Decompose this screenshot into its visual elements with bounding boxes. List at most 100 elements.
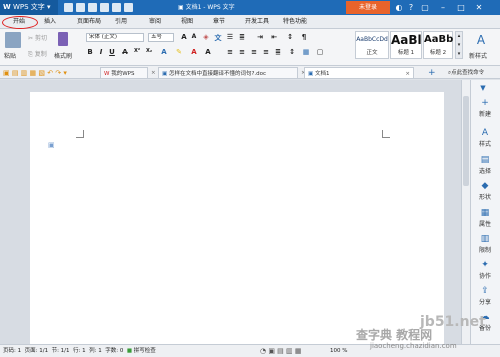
- view-mode-icons[interactable]: ◔ ▣ ▤ ▥ ▦: [260, 345, 301, 357]
- margin-corner-top-left: [76, 130, 84, 138]
- command-search[interactable]: ⌕点此查找命令: [445, 67, 500, 79]
- strikethrough-button[interactable]: A: [121, 48, 129, 56]
- char-border-icon[interactable]: A: [204, 48, 212, 56]
- tab-view[interactable]: 视图: [176, 15, 198, 29]
- sort-icon[interactable]: ↕: [286, 33, 294, 41]
- tab-toolbar-icons[interactable]: ▣ ▤ ▥ ▦ ▧ ↶ ↷ ▾: [3, 68, 67, 78]
- status-section[interactable]: 节: 1/1: [52, 348, 70, 354]
- tab-document1[interactable]: ▣ 文档1 ×: [304, 67, 414, 79]
- window-title: ▣ 文档1 - WPS 文字: [178, 4, 235, 11]
- copy-button[interactable]: ⎘ 复制: [28, 49, 47, 59]
- shading-icon[interactable]: ▦: [302, 48, 310, 56]
- doc-tab-icon: ▣: [308, 71, 315, 77]
- new-doc-icon[interactable]: [64, 3, 73, 12]
- tab-developer[interactable]: 开发工具: [240, 15, 274, 29]
- redo-icon[interactable]: [124, 3, 133, 12]
- panel-new[interactable]: + 新建: [470, 95, 500, 125]
- pinyin-icon[interactable]: 文: [214, 33, 222, 43]
- style-normal[interactable]: AaBbCcDd 正文: [355, 31, 389, 59]
- tab-my-wps[interactable]: W 我的WPS: [100, 67, 148, 79]
- select-icon: ▤: [480, 155, 490, 165]
- maximize-icon[interactable]: □: [456, 2, 466, 13]
- undo-icon[interactable]: [112, 3, 121, 12]
- highlight-icon[interactable]: ✎: [175, 48, 183, 56]
- new-tab-icon[interactable]: +: [425, 67, 436, 79]
- shrink-font-icon[interactable]: A: [190, 33, 198, 40]
- distribute-icon[interactable]: ≣: [274, 48, 282, 56]
- tab-chapter[interactable]: 章节: [208, 15, 230, 29]
- text-effect-icon[interactable]: A: [160, 48, 168, 56]
- close-icon[interactable]: ✕: [474, 2, 484, 13]
- font-name-select[interactable]: 宋体 (正文): [86, 33, 144, 42]
- align-left-icon[interactable]: ≡: [226, 48, 234, 56]
- show-marks-icon[interactable]: ¶: [300, 33, 308, 41]
- tab-page-layout[interactable]: 页面布局: [72, 15, 106, 29]
- status-col[interactable]: 列: 1: [89, 348, 102, 354]
- settings-icon[interactable]: ▢: [420, 2, 430, 13]
- app-name: WPS 文字: [12, 3, 45, 11]
- paste-icon[interactable]: [5, 32, 21, 48]
- grow-font-icon[interactable]: A: [180, 33, 188, 41]
- tab-insert[interactable]: 插入: [38, 15, 62, 29]
- clear-format-icon[interactable]: ◈: [202, 33, 210, 41]
- scroll-thumb[interactable]: [463, 96, 469, 186]
- outdent-icon[interactable]: ⇤: [270, 33, 278, 41]
- watermark-title: 查字典 教程网: [356, 328, 433, 342]
- superscript-button[interactable]: X²: [133, 48, 141, 54]
- status-pages[interactable]: 页面: 1/1: [25, 348, 48, 354]
- justify-icon[interactable]: ≡: [262, 48, 270, 56]
- app-menu-button[interactable]: W WPS 文字 ▾: [0, 0, 58, 15]
- align-right-icon[interactable]: ≡: [250, 48, 258, 56]
- tab-features[interactable]: 特色功能: [278, 15, 312, 29]
- print-icon[interactable]: [100, 3, 109, 12]
- paragraph-mark-icon[interactable]: ▣: [48, 141, 56, 149]
- restrict-icon: ▥: [480, 234, 490, 244]
- bold-button[interactable]: B: [86, 48, 94, 56]
- new-style-label[interactable]: 新样式: [469, 51, 487, 60]
- open-icon[interactable]: [76, 3, 85, 12]
- document-icon: ▣: [178, 4, 186, 11]
- panel-arrow-icon[interactable]: ▼: [476, 84, 490, 92]
- subscript-button[interactable]: X₂: [145, 48, 153, 54]
- cut-button[interactable]: ✂ 剪切: [28, 33, 47, 42]
- tab-translate-doc[interactable]: ▣ 怎样在文档中直接翻译不懂的词句?.doc: [158, 67, 298, 79]
- close-tab-icon[interactable]: ×: [405, 68, 410, 80]
- new-icon: +: [481, 98, 489, 108]
- style-heading-2[interactable]: AaBb 标题 2: [423, 31, 453, 59]
- numbering-icon[interactable]: ≣: [238, 33, 246, 41]
- panel-style[interactable]: A 样式: [470, 125, 500, 155]
- line-spacing-icon[interactable]: ↕: [288, 48, 296, 56]
- status-words[interactable]: 字数: 0: [105, 348, 123, 354]
- status-page[interactable]: 页码: 1: [3, 348, 21, 354]
- skin-icon[interactable]: ◐: [394, 2, 404, 13]
- watermark-url: jiaocheng.chazidian.com: [370, 342, 457, 350]
- tab-references[interactable]: 引用: [110, 15, 132, 29]
- font-color-icon[interactable]: A: [190, 48, 198, 56]
- share-icon: ⇪: [481, 286, 489, 296]
- format-painter-icon[interactable]: [58, 32, 68, 46]
- borders-icon[interactable]: ▢: [316, 48, 324, 56]
- new-style-icon[interactable]: A: [474, 33, 488, 47]
- bullets-icon[interactable]: ☰: [226, 33, 234, 41]
- status-spellcheck[interactable]: 拼写检查: [134, 348, 156, 354]
- indent-icon[interactable]: ⇥: [256, 33, 264, 41]
- format-painter-label[interactable]: 格式刷: [54, 51, 72, 60]
- paste-label[interactable]: 粘贴: [4, 51, 16, 60]
- minimize-icon[interactable]: –: [438, 2, 448, 13]
- italic-button[interactable]: I: [97, 48, 105, 56]
- panel-shape[interactable]: ◆ 形状: [470, 178, 500, 208]
- login-button[interactable]: 未登录: [346, 1, 390, 14]
- doc-tab-icon: ▣: [162, 71, 169, 77]
- status-row[interactable]: 行: 1: [73, 348, 86, 354]
- underline-button[interactable]: U: [108, 48, 116, 56]
- align-center-icon[interactable]: ≡: [238, 48, 246, 56]
- style-heading-1[interactable]: AaBl 标题 1: [390, 31, 422, 59]
- font-size-select[interactable]: 五号: [148, 33, 174, 42]
- save-icon[interactable]: [88, 3, 97, 12]
- style-icon: A: [481, 128, 489, 138]
- styles-scroll[interactable]: ▴ ▾ ▾: [455, 31, 463, 59]
- wps-logo-icon: W: [3, 3, 11, 11]
- tab-review[interactable]: 审阅: [144, 15, 166, 29]
- zoom-level[interactable]: 100 %: [330, 345, 347, 357]
- help-icon[interactable]: ?: [406, 2, 416, 13]
